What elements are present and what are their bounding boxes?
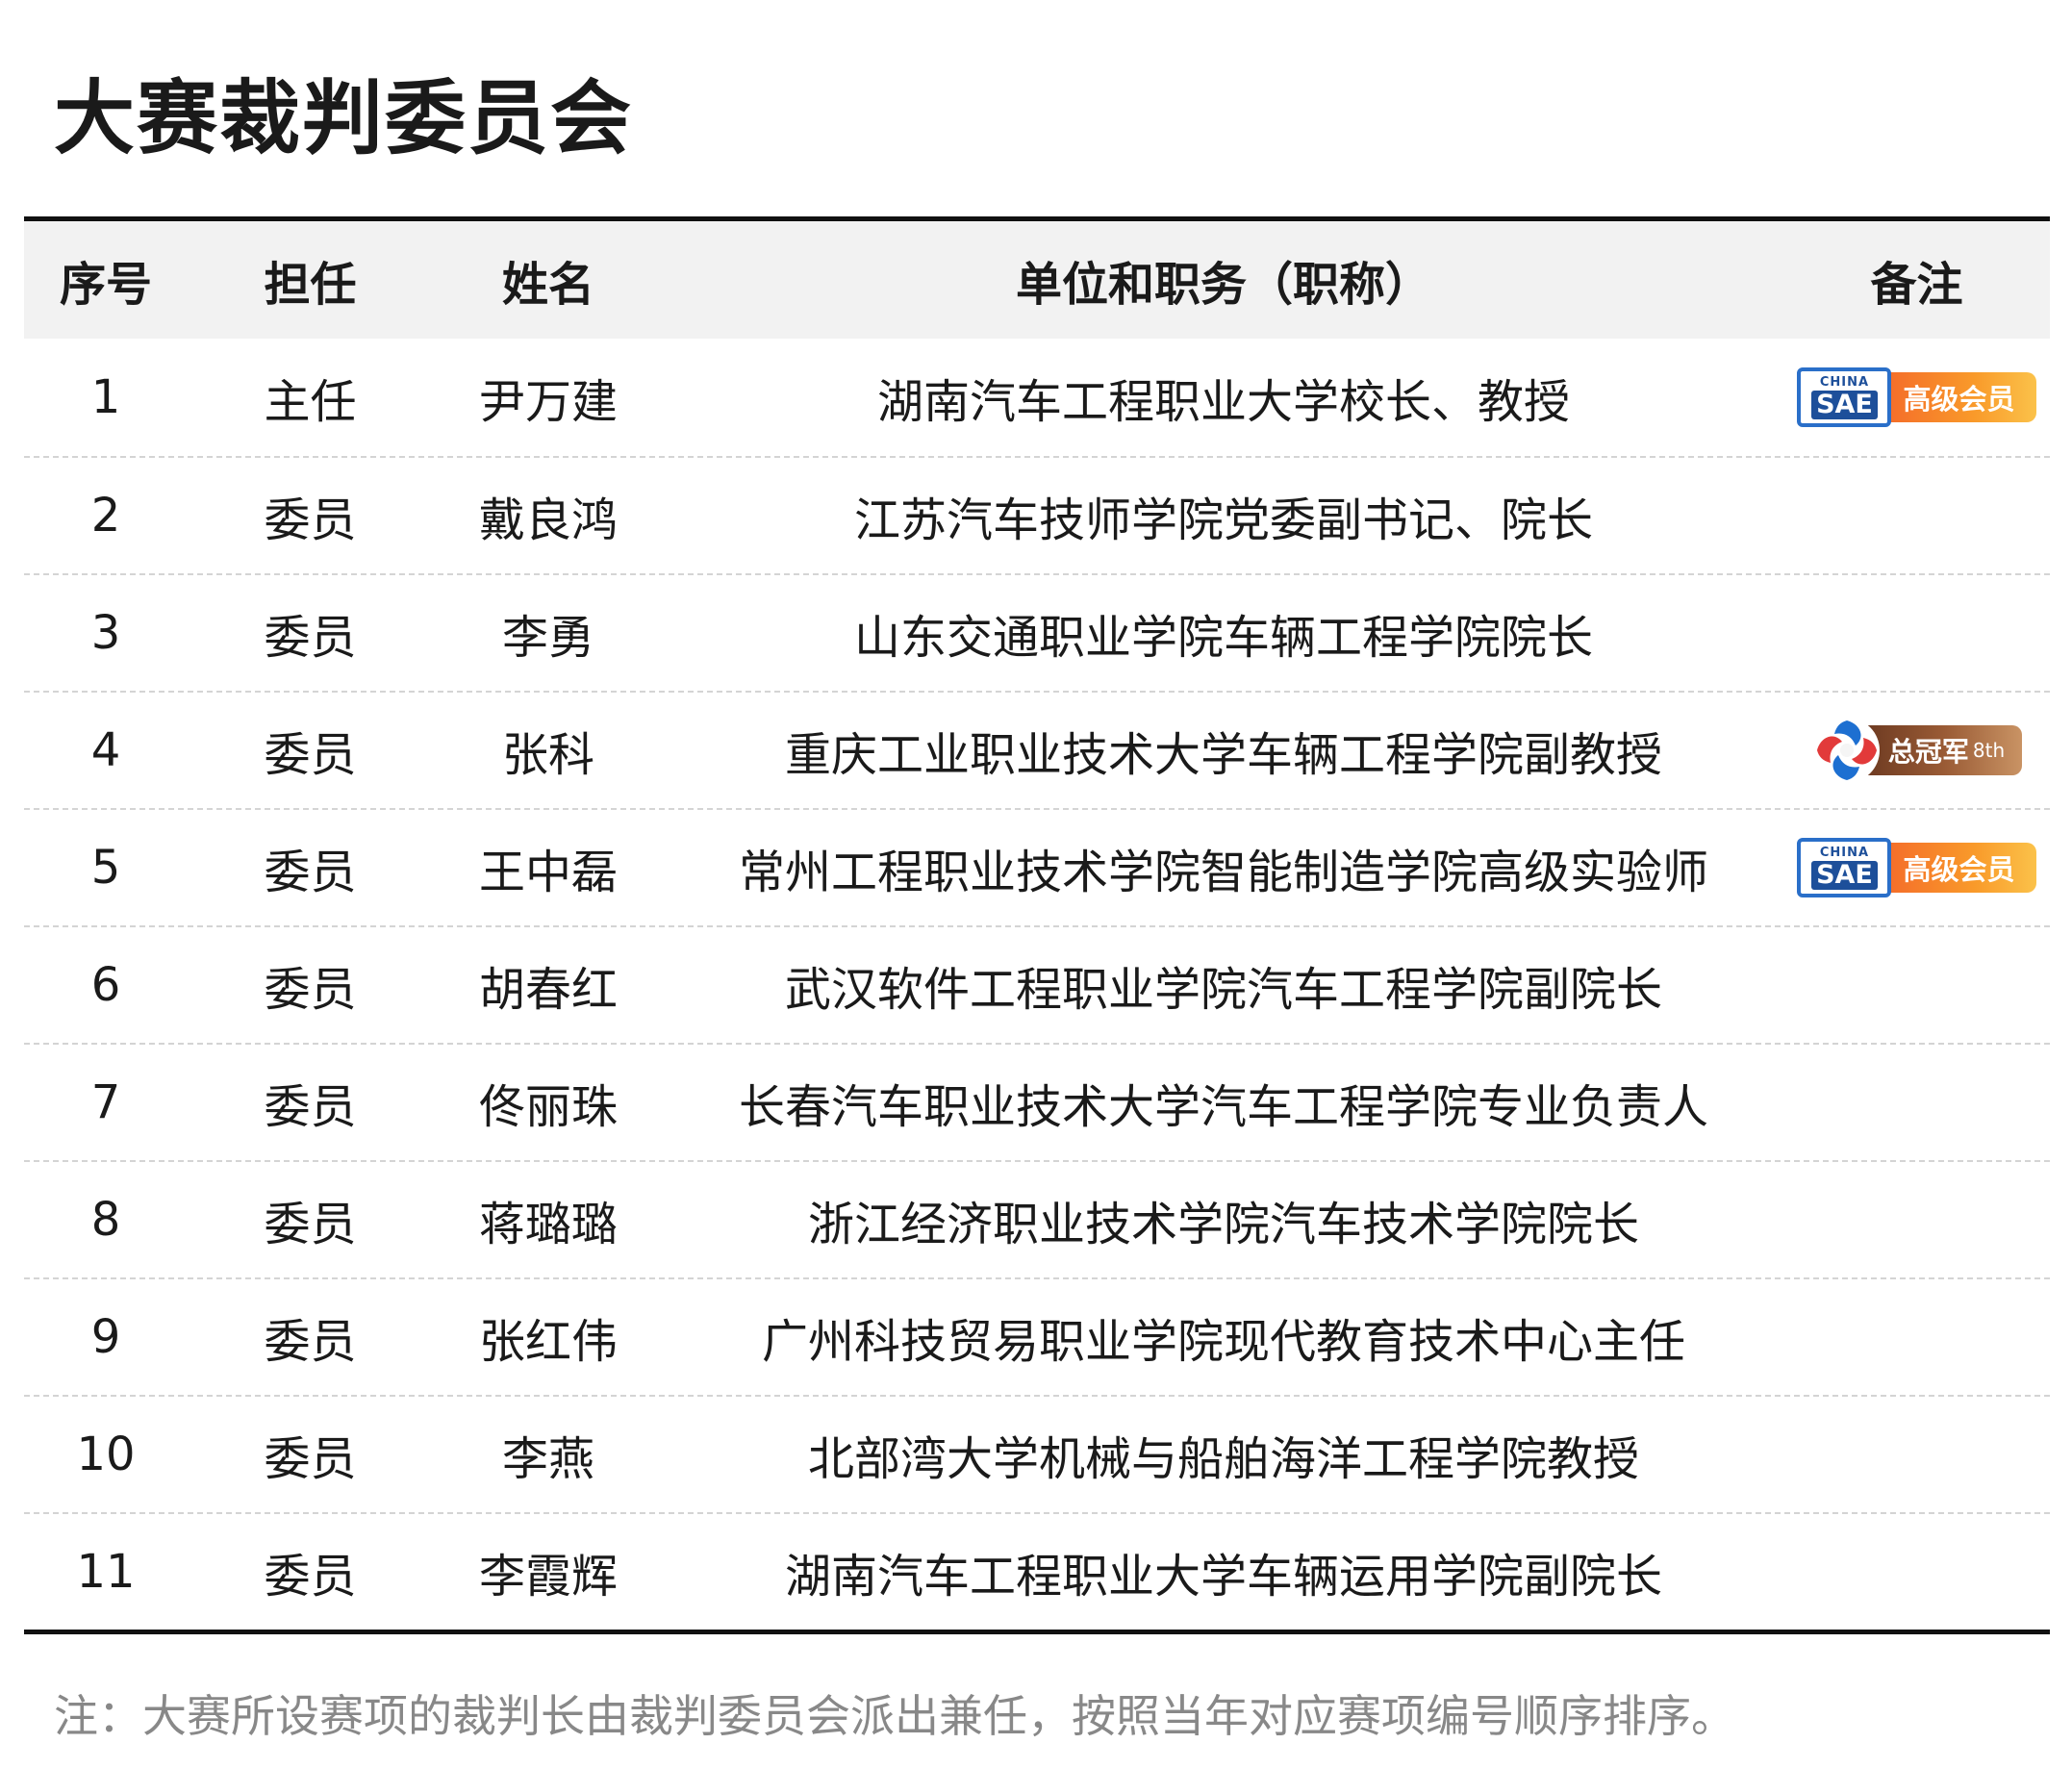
senior-member-label: 高级会员 bbox=[1882, 843, 2036, 893]
footnote: 注：大赛所设赛项的裁判长由裁判委员会派出兼任，按照当年对应赛项编号顺序排序。 bbox=[54, 1690, 1735, 1742]
header-name: 姓名 bbox=[501, 258, 594, 312]
cell-name: 佟丽珠 bbox=[478, 1080, 618, 1134]
cell-name: 戴良鸿 bbox=[478, 493, 618, 547]
china-sae-logo-icon: CHINA SAE bbox=[1797, 367, 1892, 427]
cell-name: 张科 bbox=[501, 728, 594, 782]
table-row: 2 委员 戴良鸿 江苏汽车技师学院党委副书记、院长 bbox=[24, 456, 2050, 573]
table-body: 1 主任 尹万建 湖南汽车工程职业大学校长、教授 CHINA SAE 高级会员 2 委员 戴良鸿江… bbox=[24, 339, 2050, 1630]
senior-member-label: 高级会员 bbox=[1882, 372, 2036, 422]
header-remark: 备注 bbox=[1870, 258, 1963, 312]
cell-name: 李勇 bbox=[501, 611, 594, 665]
cell-unit: 常州工程职业技术学院智能制造学院高级实验师 bbox=[738, 846, 1708, 899]
cell-name: 王中磊 bbox=[478, 846, 618, 899]
sae-senior-member-badge: CHINA SAE 高级会员 bbox=[1797, 367, 2036, 427]
champion-edition-text: 8th bbox=[1972, 739, 2006, 762]
cell-number: 2 bbox=[90, 489, 121, 543]
table-row: 11 委员 李霞辉 湖南汽车工程职业大学车辆运用学院副院长 bbox=[24, 1512, 2050, 1630]
sae-logo-text-bottom: SAE bbox=[1811, 861, 1878, 890]
cell-remark: CHINA SAE 高级会员 bbox=[1783, 838, 2050, 897]
table-row: 7 委员 佟丽珠 长春汽车职业技术大学汽车工程学院专业负责人 bbox=[24, 1043, 2050, 1160]
cell-number: 9 bbox=[90, 1310, 121, 1364]
cell-name: 张红伟 bbox=[478, 1315, 618, 1369]
cell-role: 委员 bbox=[264, 1198, 357, 1251]
cell-role: 主任 bbox=[264, 375, 357, 429]
table-row: 3 委员 李勇 山东交通职业学院车辆工程学院院长 bbox=[24, 573, 2050, 691]
cell-remark: CHINA SAE 高级会员 bbox=[1783, 367, 2050, 427]
champion-ribbon-logo-icon bbox=[1813, 718, 1880, 783]
table-row: 9 委员 张红伟 广州科技贸易职业学院现代教育技术中心主任 bbox=[24, 1277, 2050, 1395]
cell-role: 委员 bbox=[264, 1315, 357, 1369]
sae-logo-text-top: CHINA bbox=[1819, 375, 1870, 390]
cell-unit: 江苏汽车技师学院党委副书记、院长 bbox=[853, 493, 1593, 547]
cell-name: 李霞辉 bbox=[478, 1550, 618, 1604]
table-row: 1 主任 尹万建 湖南汽车工程职业大学校长、教授 CHINA SAE 高级会员 bbox=[24, 339, 2050, 456]
cell-name: 胡春红 bbox=[478, 963, 618, 1017]
cell-unit: 浙江经济职业技术学院汽车技术学院院长 bbox=[807, 1198, 1639, 1251]
sae-logo-text-bottom: SAE bbox=[1811, 391, 1878, 419]
table-header-row: 序号 担任 姓名 单位和职务（职称） 备注 bbox=[24, 221, 2050, 339]
sae-logo-text-top: CHINA bbox=[1819, 846, 1870, 860]
header-number: 序号 bbox=[59, 258, 152, 312]
header-unit: 单位和职务（职称） bbox=[1015, 258, 1431, 312]
overall-champion-label: 总冠军 8th bbox=[1866, 725, 2023, 775]
cell-unit: 山东交通职业学院车辆工程学院院长 bbox=[853, 611, 1593, 665]
committee-table: 序号 担任 姓名 单位和职务（职称） 备注 1 主任 尹万建 湖南汽车工程职业大学校长… bbox=[24, 216, 2050, 1634]
cell-number: 7 bbox=[90, 1075, 121, 1129]
cell-unit: 长春汽车职业技术大学汽车工程学院专业负责人 bbox=[738, 1080, 1708, 1134]
cell-remark: 总冠军 8th bbox=[1783, 715, 2050, 786]
cell-role: 委员 bbox=[264, 963, 357, 1017]
cell-name: 李燕 bbox=[501, 1432, 594, 1486]
cell-role: 委员 bbox=[264, 611, 357, 665]
cell-name: 蒋璐璐 bbox=[478, 1198, 618, 1251]
cell-role: 委员 bbox=[264, 846, 357, 899]
cell-unit: 重庆工业职业技术大学车辆工程学院副教授 bbox=[784, 728, 1662, 782]
cell-number: 3 bbox=[90, 606, 121, 660]
champion-badge: 总冠军 8th bbox=[1811, 715, 2023, 786]
cell-unit: 武汉软件工程职业学院汽车工程学院副院长 bbox=[784, 963, 1662, 1017]
cell-name: 尹万建 bbox=[478, 375, 618, 429]
table-row: 4 委员 张科 重庆工业职业技术大学车辆工程学院副教授 总冠军 8th bbox=[24, 691, 2050, 808]
cell-unit: 广州科技贸易职业学院现代教育技术中心主任 bbox=[761, 1315, 1685, 1369]
champion-label-text: 总冠军 bbox=[1887, 736, 1969, 768]
cell-number: 4 bbox=[90, 723, 121, 777]
cell-role: 委员 bbox=[264, 1432, 357, 1486]
cell-role: 委员 bbox=[264, 728, 357, 782]
cell-unit: 北部湾大学机械与船舶海洋工程学院教授 bbox=[807, 1432, 1639, 1486]
cell-unit: 湖南汽车工程职业大学校长、教授 bbox=[876, 375, 1570, 429]
china-sae-logo-icon: CHINA SAE bbox=[1797, 838, 1892, 897]
cell-role: 委员 bbox=[264, 1080, 357, 1134]
cell-unit: 湖南汽车工程职业大学车辆运用学院副院长 bbox=[784, 1550, 1662, 1604]
cell-role: 委员 bbox=[264, 1550, 357, 1604]
cell-number: 1 bbox=[90, 370, 121, 424]
cell-role: 委员 bbox=[264, 493, 357, 547]
cell-number: 10 bbox=[76, 1428, 136, 1481]
table-bottom-rule bbox=[24, 1630, 2050, 1634]
table-row: 5 委员 王中磊 常州工程职业技术学院智能制造学院高级实验师 CHINA SAE 高级会员 bbox=[24, 808, 2050, 925]
sae-senior-member-badge: CHINA SAE 高级会员 bbox=[1797, 838, 2036, 897]
cell-number: 8 bbox=[90, 1193, 121, 1247]
page-title: 大赛裁判委员会 bbox=[54, 71, 634, 165]
cell-number: 5 bbox=[90, 841, 121, 895]
table-row: 6 委员 胡春红 武汉软件工程职业学院汽车工程学院副院长 bbox=[24, 925, 2050, 1043]
table-row: 10 委员 李燕 北部湾大学机械与船舶海洋工程学院教授 bbox=[24, 1395, 2050, 1512]
cell-number: 6 bbox=[90, 958, 121, 1012]
header-role: 担任 bbox=[264, 258, 357, 312]
table-row: 8 委员 蒋璐璐 浙江经济职业技术学院汽车技术学院院长 bbox=[24, 1160, 2050, 1277]
cell-number: 11 bbox=[76, 1545, 136, 1599]
